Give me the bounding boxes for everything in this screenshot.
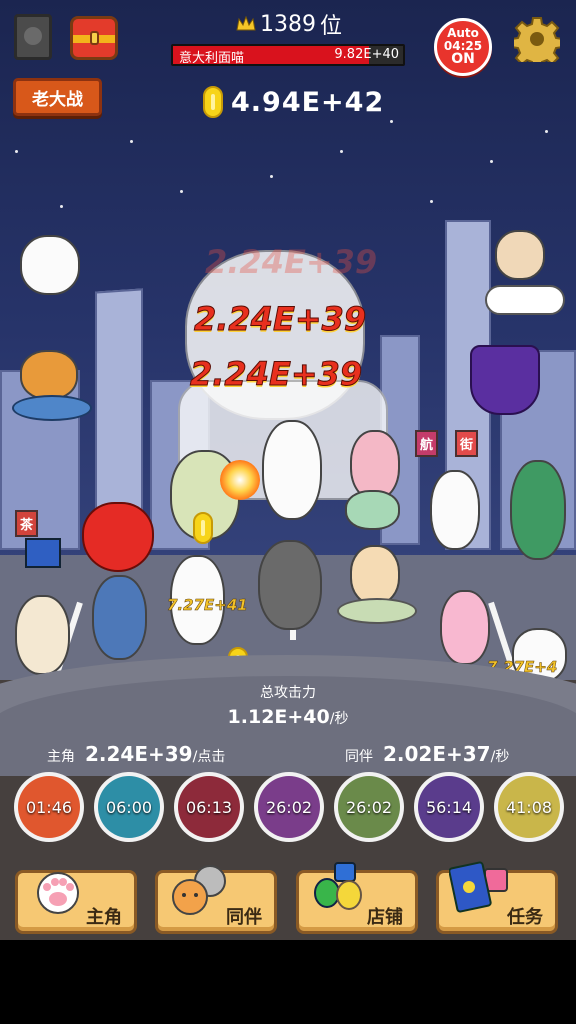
tab-label: 同伴	[226, 907, 262, 928]
fisher-cat[interactable]	[20, 350, 78, 400]
coin-icon	[203, 86, 223, 118]
total-attack-value: 1.12E+40/秒	[0, 706, 576, 728]
superhero-cat[interactable]	[25, 538, 61, 568]
shop-sign: 街	[455, 430, 479, 457]
star	[130, 140, 133, 143]
skill-cooldown: 26:02	[258, 776, 320, 838]
tab-tasks[interactable]: 任务	[436, 861, 558, 934]
damage-number: 2.24E+39	[189, 355, 363, 394]
partner-attack-label: 同伴	[345, 749, 373, 765]
auto-button[interactable]: Auto 04:25 ON	[434, 18, 492, 76]
damage-ghost: 2.24E+39	[205, 243, 378, 281]
skill-button[interactable]: 01:46	[14, 772, 84, 842]
auto-state: ON	[451, 51, 475, 67]
gems-icon	[314, 862, 362, 910]
total-attack-label: 总攻击力	[260, 685, 316, 701]
skill-button[interactable]: 06:13	[174, 772, 244, 842]
fish	[12, 395, 92, 421]
tab-partner[interactable]: 同伴	[155, 865, 277, 934]
hit-spark	[220, 460, 260, 500]
rank-suffix: 位	[320, 14, 343, 39]
cat-book-button[interactable]	[14, 14, 52, 60]
per-click-unit: /点击	[192, 749, 226, 765]
per-second-unit: /秒	[490, 749, 510, 765]
star	[340, 150, 343, 153]
king-cat[interactable]	[258, 540, 322, 630]
gear-icon[interactable]	[514, 16, 560, 62]
tab-label: 主角	[86, 907, 122, 928]
skill-button[interactable]: 06:00	[94, 772, 164, 842]
shop-sign: 茶	[15, 510, 39, 537]
tan-cat[interactable]	[350, 545, 400, 605]
coin-pickup[interactable]	[193, 512, 213, 544]
per-second-unit: /秒	[329, 711, 349, 727]
icecream-cat[interactable]	[345, 490, 400, 530]
boss-hp-value: 9.82E+40	[334, 47, 399, 62]
chest-lock-icon	[90, 31, 99, 45]
rank-number: 1389	[260, 11, 316, 37]
crown-icon	[236, 16, 256, 31]
game-scene[interactable]: 航 街 茶 2.24E+39 2.24E+39 2.24E+39 7.27E+4…	[0, 0, 576, 940]
rank-display: 1389 位	[236, 10, 343, 39]
star	[180, 190, 183, 193]
tab-label: 店铺	[367, 907, 403, 928]
star	[490, 160, 493, 163]
skill-cooldown: 01:46	[18, 776, 80, 838]
star	[270, 175, 273, 178]
book-icon	[449, 861, 508, 913]
paw-icon	[37, 872, 79, 914]
green-hood-cat[interactable]	[510, 460, 566, 560]
partner-attack: 同伴 2.02E+37/秒	[345, 742, 509, 766]
star	[430, 200, 433, 203]
cats-icon	[172, 865, 226, 915]
skill-button[interactable]: 26:02	[334, 772, 404, 842]
hero-attack: 主角 2.24E+39/点击	[47, 742, 225, 766]
chef-cat[interactable]	[15, 595, 70, 675]
tab-shop[interactable]: 店铺	[296, 862, 418, 934]
damage-number: 2.24E+39	[193, 300, 367, 339]
angel-cat[interactable]	[20, 235, 80, 295]
boss-hp-bar: 意大利面喵 9.82E+40	[171, 44, 405, 66]
skill-cooldown: 06:00	[98, 776, 160, 838]
boss-name: 意大利面喵	[179, 51, 245, 66]
gold-amount: 4.94E+42	[231, 86, 385, 118]
tab-hero[interactable]: 主角	[15, 870, 137, 934]
hero-attack-value: 2.24E+39	[85, 742, 193, 766]
star	[390, 120, 393, 123]
skill-cooldown: 41:08	[498, 776, 560, 838]
skill-cooldown: 06:13	[178, 776, 240, 838]
bowl	[337, 598, 417, 624]
skill-button[interactable]: 41:08	[494, 772, 564, 842]
apple	[82, 502, 154, 572]
tab-label: 任务	[507, 907, 543, 928]
cloud	[485, 285, 565, 315]
calico-cat[interactable]	[262, 420, 322, 520]
skill-button[interactable]: 56:14	[414, 772, 484, 842]
partner-damage: 7.27E+41	[167, 596, 248, 615]
skill-bar: 01:46 06:00 06:13 26:02 26:02 56:14 41:0…	[14, 772, 564, 842]
witch-cat[interactable]	[470, 345, 540, 415]
monk-cat[interactable]	[495, 230, 545, 280]
baby-cat[interactable]	[440, 590, 490, 665]
robot-cat[interactable]	[92, 575, 147, 660]
cat-face-icon	[24, 27, 42, 45]
treasure-chest-button[interactable]	[70, 16, 118, 60]
skill-cooldown: 56:14	[418, 776, 480, 838]
boss-battle-button[interactable]: 老大战	[13, 78, 102, 116]
star	[15, 150, 18, 153]
gold-display: 4.94E+42	[203, 84, 384, 120]
star	[545, 130, 548, 133]
shop-sign: 航	[415, 430, 439, 457]
star	[60, 205, 63, 208]
skill-cooldown: 26:02	[338, 776, 400, 838]
partner-attack-value: 2.02E+37	[383, 742, 491, 766]
zombie-cat[interactable]	[430, 470, 480, 550]
skill-button[interactable]: 26:02	[254, 772, 324, 842]
total-attack-number: 1.12E+40	[227, 706, 330, 728]
hero-attack-label: 主角	[47, 749, 75, 765]
